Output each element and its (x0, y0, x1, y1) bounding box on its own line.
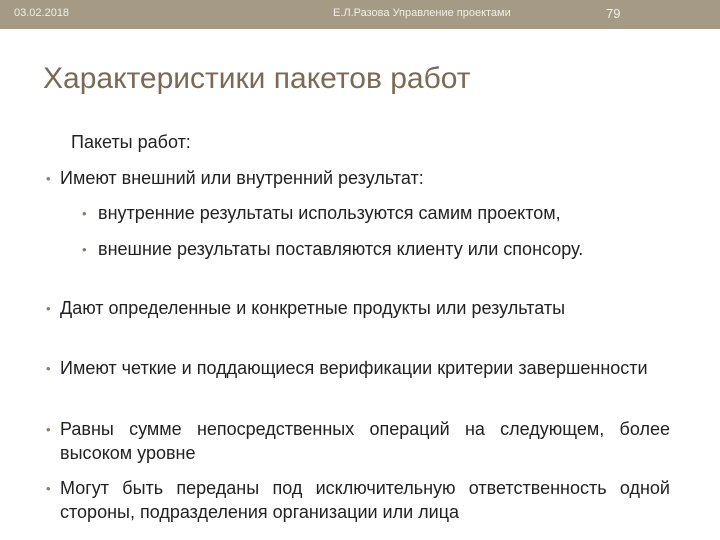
list-item: Имеют внешний или внутренний результат: (60, 166, 670, 190)
bullet-icon: • (82, 206, 87, 221)
page-number: 79 (606, 6, 621, 21)
list-item: Имеют четкие и поддающиеся верификации к… (60, 356, 670, 380)
slide: 03.02.2018 Е.Л.Разова Управление проекта… (0, 0, 720, 540)
bullet-icon: • (46, 481, 51, 496)
bullet-icon: • (46, 361, 51, 376)
slide-title: Характеристики пакетов работ (43, 62, 471, 95)
list-item-text: внешние результаты поставляются клиенту … (98, 239, 584, 259)
list-item-text: Имеют внешний или внутренний результат: (60, 168, 424, 188)
list-item-text: Могут быть переданы под исключительную о… (60, 478, 670, 522)
list-item: Дают определенные и конкретные продукты … (60, 296, 670, 320)
list-item-text: Дают определенные и конкретные продукты … (60, 298, 566, 318)
header-date: 03.02.2018 (14, 7, 70, 19)
list-item: Могут быть переданы под исключительную о… (60, 476, 670, 524)
slide-subtitle: Пакеты работ: (71, 132, 191, 152)
list-item-text: Имеют четкие и поддающиеся верификации к… (60, 358, 648, 378)
list-item: внешние результаты поставляются клиенту … (98, 237, 670, 261)
bullet-icon: • (46, 301, 51, 316)
list-item-text: внутренние результаты используются самим… (98, 203, 561, 223)
bullet-icon: • (46, 422, 51, 437)
header-bar: 03.02.2018 Е.Л.Разова Управление проекта… (0, 0, 720, 29)
list-item-text: Равны сумме непосредственных операций на… (60, 419, 670, 463)
list-item: Равны сумме непосредственных операций на… (60, 417, 670, 465)
header-author: Е.Л.Разова Управление проектами (333, 7, 511, 19)
list-item: внутренние результаты используются самим… (98, 201, 670, 225)
bullet-icon: • (82, 242, 87, 257)
bullet-icon: • (46, 171, 51, 186)
